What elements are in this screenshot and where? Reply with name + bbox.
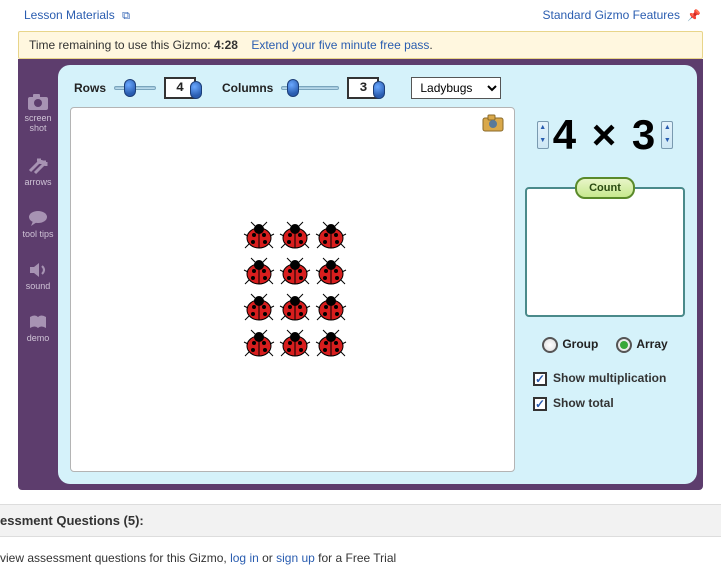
extend-pass-link[interactable]: Extend your five minute free pass <box>251 38 429 52</box>
timer-bar: Time remaining to use this Gizmo: 4:28 E… <box>18 31 703 59</box>
chevron-up-icon: ▲ <box>662 122 672 135</box>
expression-text: 4 × 3 <box>553 111 658 159</box>
rows-input[interactable]: 4 <box>164 77 196 99</box>
ladybug-icon <box>277 326 313 362</box>
standard-features-link[interactable]: Standard Gizmo Features <box>543 8 680 22</box>
count-button[interactable]: Count <box>575 177 635 199</box>
item-type-select[interactable]: Ladybugs <box>411 77 501 99</box>
pushpin-icon: 📌 <box>687 10 701 22</box>
chevron-up-icon: ▲ <box>538 122 548 135</box>
gizmo-container: screen shot arrows tool tips sound demo … <box>18 59 703 490</box>
demo-tool[interactable]: demo <box>27 313 50 343</box>
chevron-down-icon: ▼ <box>538 135 548 148</box>
rows-label: Rows <box>74 81 106 95</box>
signup-link[interactable]: sign up <box>276 551 315 565</box>
snapshot-button[interactable] <box>482 114 504 135</box>
timer-value: 4:28 <box>214 38 238 52</box>
slider-knob-icon[interactable] <box>190 81 202 99</box>
ladybug-icon <box>313 254 349 290</box>
controls-row: Rows 4 Columns 3 Ladybugs <box>70 75 685 107</box>
ladybug-icon <box>241 290 277 326</box>
right-stepper[interactable]: ▲▼ <box>661 121 673 149</box>
lesson-materials-link[interactable]: Lesson Materials <box>24 8 115 22</box>
ladybug-icon <box>241 218 277 254</box>
canvas-area <box>70 107 515 472</box>
login-link[interactable]: log in <box>230 551 259 565</box>
right-column: ▲▼ 4 × 3 ▲▼ Count Group Array ✓Show mult… <box>525 107 685 472</box>
arrows-icon <box>27 155 49 175</box>
left-stepper[interactable]: ▲▼ <box>537 121 549 149</box>
columns-label: Columns <box>222 81 273 95</box>
side-toolbar: screen shot arrows tool tips sound demo <box>18 59 58 484</box>
ladybug-icon <box>277 254 313 290</box>
columns-input[interactable]: 3 <box>347 77 379 99</box>
columns-slider[interactable] <box>281 81 339 95</box>
external-icon: ⧉ <box>122 10 130 22</box>
speaker-icon <box>27 261 49 279</box>
item-grid <box>241 218 349 362</box>
tooltips-tool[interactable]: tool tips <box>22 209 53 239</box>
chevron-down-icon: ▼ <box>662 135 672 148</box>
sound-tool[interactable]: sound <box>26 261 51 291</box>
ladybug-icon <box>241 326 277 362</box>
ladybug-icon <box>313 326 349 362</box>
ladybug-icon <box>313 218 349 254</box>
count-display <box>525 187 685 317</box>
timer-prefix: Time remaining to use this Gizmo: <box>29 38 214 52</box>
ladybug-icon <box>277 290 313 326</box>
speech-bubble-icon <box>27 209 49 227</box>
book-icon <box>27 313 49 331</box>
rows-slider[interactable] <box>114 81 156 95</box>
show-total-checkbox[interactable]: ✓Show total <box>533 396 685 411</box>
camera-icon <box>27 93 49 111</box>
show-multiplication-checkbox[interactable]: ✓Show multiplication <box>533 371 685 386</box>
ladybug-icon <box>277 218 313 254</box>
screenshot-tool[interactable]: screen shot <box>18 93 58 133</box>
group-radio[interactable]: Group <box>542 337 598 353</box>
slider-knob-icon[interactable] <box>373 81 385 99</box>
assessment-header: essment Questions (5): <box>0 504 721 537</box>
arrows-tool[interactable]: arrows <box>24 155 51 187</box>
ladybug-icon <box>241 254 277 290</box>
ladybug-icon <box>313 290 349 326</box>
array-radio[interactable]: Array <box>616 337 667 353</box>
gizmo-panel: Rows 4 Columns 3 Ladybugs <box>58 65 697 484</box>
